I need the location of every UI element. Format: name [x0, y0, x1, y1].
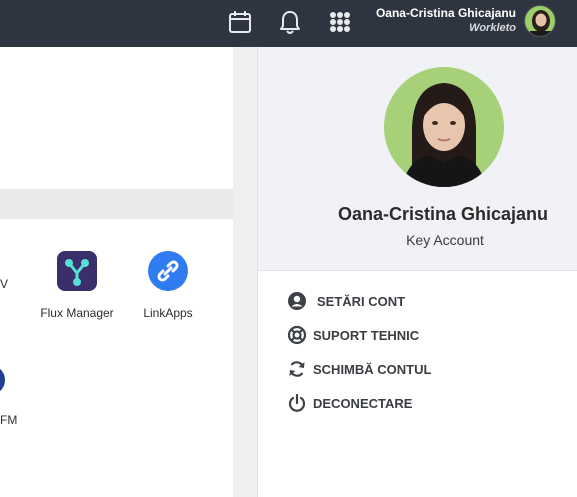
partial-app-label: FM — [0, 413, 18, 427]
menu-logout[interactable]: DECONECTARE — [287, 391, 412, 415]
user-menu-trigger[interactable]: Oana-Cristina Ghicajanu Workleto — [376, 6, 516, 35]
panel-gutter — [233, 47, 257, 497]
lifebuoy-icon — [287, 325, 307, 345]
user-name: Oana-Cristina Ghicajanu — [375, 6, 516, 20]
bell-icon[interactable] — [276, 8, 304, 36]
app-label: Flux Manager — [40, 306, 114, 320]
apps-grid-icon[interactable] — [326, 8, 354, 36]
profile-role: Key Account — [406, 232, 484, 248]
menu-label: SCHIMBĂ CONTUL — [313, 361, 432, 377]
profile-name: Oana-Cristina Ghicajanu — [337, 204, 549, 224]
calendar-icon[interactable] — [226, 8, 254, 36]
menu-label: SUPORT TEHNIC — [313, 327, 420, 343]
profile-avatar — [384, 67, 504, 187]
user-dropdown: Oana-Cristina Ghicajanu Key Account SETĂ… — [257, 47, 577, 497]
menu-label: DECONECTARE — [313, 395, 413, 411]
avatar[interactable] — [524, 5, 556, 37]
menu-label: SETĂRI CONT — [317, 293, 406, 309]
refresh-icon — [289, 361, 305, 377]
partial-app-icon[interactable] — [0, 365, 6, 395]
organization-name: Workleto — [469, 22, 516, 34]
section-divider — [0, 189, 233, 219]
flux-manager-icon — [57, 251, 97, 291]
menu-account-settings[interactable]: SETĂRI CONT — [287, 289, 405, 313]
power-icon — [288, 393, 306, 412]
link-icon — [148, 251, 188, 291]
account-circle-icon — [288, 292, 306, 310]
app-tile-linkapps[interactable]: LinkApps — [132, 251, 204, 320]
apps-panel: V Flux Manager LinkApps FM — [0, 47, 233, 497]
menu-switch-account[interactable]: SCHIMBĂ CONTUL — [287, 357, 431, 381]
partial-app-label: V — [0, 277, 9, 291]
app-tile-flux-manager[interactable]: Flux Manager — [38, 251, 116, 320]
app-label: LinkApps — [143, 306, 193, 320]
top-bar: Oana-Cristina Ghicajanu Workleto — [0, 0, 577, 47]
profile-header: Oana-Cristina Ghicajanu Key Account — [258, 47, 577, 271]
menu-tech-support[interactable]: SUPORT TEHNIC — [287, 323, 419, 347]
